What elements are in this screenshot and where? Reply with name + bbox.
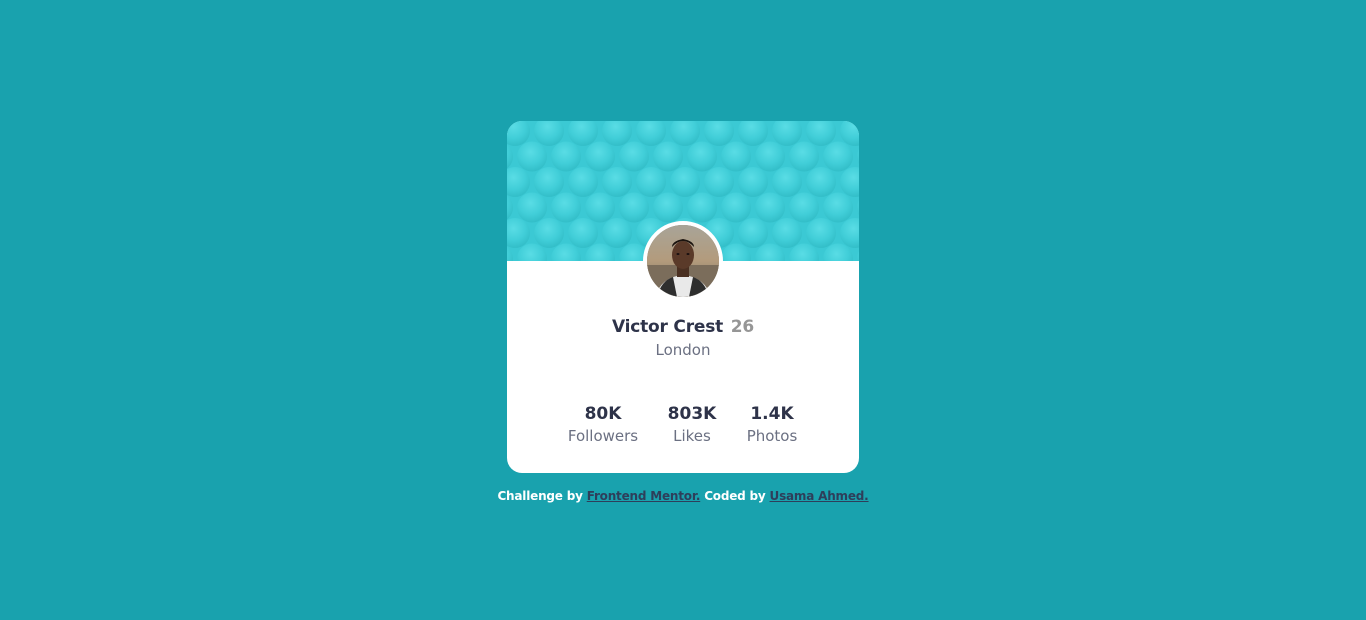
attribution: Challenge by Frontend Mentor. Coded by U…	[0, 489, 1366, 503]
pattern-circle	[619, 192, 649, 223]
pattern-circle	[738, 218, 768, 248]
pattern-circle	[602, 121, 632, 146]
pattern-circle	[857, 149, 859, 164]
pattern-circle	[636, 121, 666, 146]
profile-age: 26	[730, 317, 755, 337]
pattern-circle	[568, 121, 598, 146]
pattern-circle	[636, 167, 666, 197]
frontend-mentor-link[interactable]: Frontend Mentor.	[587, 489, 701, 503]
pattern-circle	[534, 121, 564, 146]
pattern-circle	[507, 121, 530, 146]
pattern-circle	[704, 121, 734, 146]
stat-likes-value: 803K	[667, 404, 717, 424]
pattern-circle	[687, 192, 717, 223]
pattern-circle	[507, 144, 513, 169]
profile-photo-icon	[647, 225, 719, 297]
pattern-circle	[568, 218, 598, 248]
pattern-circle	[534, 218, 564, 248]
stat-likes: 803K Likes	[662, 403, 722, 447]
pattern-circle	[653, 192, 683, 223]
pattern-circle	[687, 141, 717, 172]
pattern-circle	[585, 141, 615, 172]
pattern-circle	[517, 192, 547, 223]
pattern-circle	[772, 167, 802, 197]
profile-card: Victor Crest 26 London 80K Followers 803…	[507, 121, 859, 473]
pattern-circle	[507, 167, 530, 197]
pattern-circle	[721, 141, 751, 172]
pattern-circle	[507, 218, 530, 248]
pattern-circle	[568, 167, 598, 197]
pattern-circle	[806, 167, 836, 197]
stat-followers: 80K Followers	[563, 403, 643, 447]
pattern-circle	[823, 141, 853, 172]
pattern-circle	[619, 141, 649, 172]
pattern-circle	[585, 192, 615, 223]
stat-photos-value: 1.4K	[750, 404, 794, 424]
stat-followers-label: Followers	[567, 427, 639, 445]
pattern-circle	[670, 121, 700, 146]
stat-photos: 1.4K Photos	[741, 403, 803, 447]
attribution-prefix: Challenge by	[497, 489, 587, 503]
pattern-circle	[772, 218, 802, 248]
pattern-circle	[534, 167, 564, 197]
pattern-circle	[755, 141, 785, 172]
pattern-circle	[721, 192, 751, 223]
pattern-circle	[857, 200, 859, 215]
pattern-circle	[840, 167, 859, 197]
stat-followers-value: 80K	[584, 404, 622, 424]
avatar	[643, 221, 723, 301]
pattern-circle	[517, 141, 547, 172]
pattern-circle	[602, 167, 632, 197]
pattern-circle	[551, 192, 581, 223]
pattern-circle	[551, 141, 581, 172]
pattern-circle	[806, 121, 836, 146]
stat-photos-label: Photos	[746, 427, 798, 445]
stat-likes-label: Likes	[673, 427, 711, 445]
pattern-circle	[704, 167, 734, 197]
attribution-middle: Coded by	[700, 489, 770, 503]
profile-city: London	[655, 341, 711, 359]
pattern-circle	[840, 218, 859, 248]
pattern-circle	[789, 192, 819, 223]
pattern-circle	[738, 121, 768, 146]
profile-name-line: Victor Crest 26	[507, 317, 859, 337]
pattern-circle	[789, 141, 819, 172]
pattern-circle	[823, 192, 853, 223]
pattern-circle	[602, 218, 632, 248]
pattern-circle	[507, 195, 513, 220]
pattern-circle	[806, 218, 836, 248]
pattern-circle	[772, 121, 802, 146]
author-link[interactable]: Usama Ahmed.	[770, 489, 869, 503]
pattern-circle	[840, 121, 859, 146]
profile-name: Victor Crest	[611, 317, 724, 337]
pattern-circle	[670, 167, 700, 197]
pattern-circle	[755, 192, 785, 223]
pattern-circle	[738, 167, 768, 197]
pattern-circle	[653, 141, 683, 172]
